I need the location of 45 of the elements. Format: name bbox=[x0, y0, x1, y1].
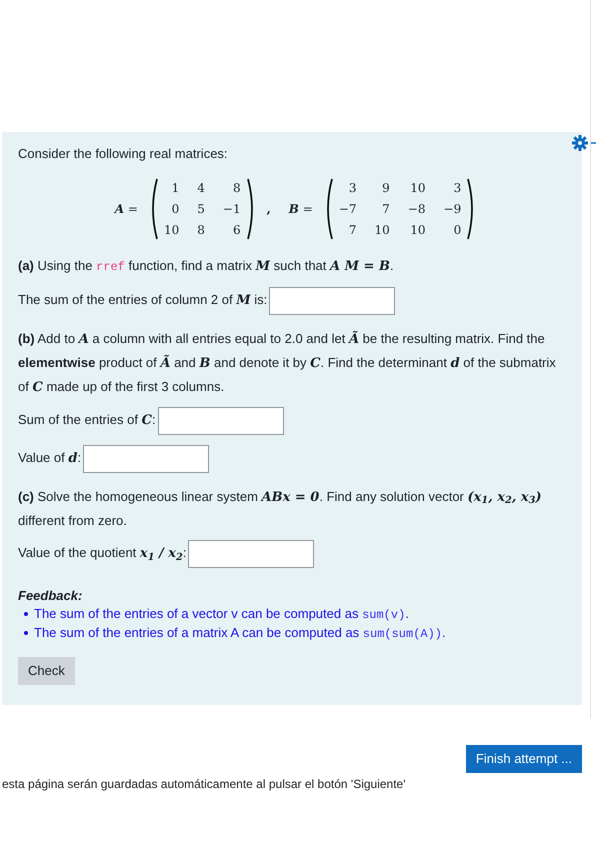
answer-field[interactable] bbox=[158, 406, 284, 434]
matrix-entry: 3 bbox=[452, 180, 462, 196]
matrix-label: B = bbox=[288, 200, 313, 218]
matrix-entry: 7 bbox=[381, 200, 390, 218]
feedback-hint: The sum of the entries of a matrix A can be computed as sum(sum(A)). bbox=[34, 624, 446, 643]
answer-field[interactable] bbox=[83, 444, 210, 472]
matrix-entry: 6 bbox=[232, 222, 241, 238]
finish-attempt-button[interactable]: Finish attempt ... bbox=[466, 745, 582, 773]
matrix-entry: 1 bbox=[170, 180, 180, 196]
matrix-entry: −7 bbox=[338, 200, 357, 218]
matrix-entry: −1 bbox=[222, 200, 241, 218]
matrix-entry: 7 bbox=[348, 222, 357, 238]
footer-note: esta página serán guardadas automáticamente al pulsar el botón 'Siguiente' bbox=[2, 776, 407, 793]
intro-text: Consider the following real matrices: bbox=[18, 145, 229, 163]
matrix-entry: 10 bbox=[409, 222, 426, 238]
matrix-entry: 5 bbox=[197, 200, 205, 218]
matrix-entry: 10 bbox=[409, 180, 426, 196]
answer-field[interactable] bbox=[269, 286, 396, 314]
gear-icon[interactable] bbox=[572, 135, 598, 151]
bullet-icon bbox=[24, 631, 28, 635]
matrix-entry: 10 bbox=[164, 222, 180, 238]
matrix-entry: 0 bbox=[170, 200, 180, 218]
answer-label: Value of the quotient x$_{1}$ / x$_{2}$: bbox=[18, 544, 186, 564]
matrix-entry: 8 bbox=[197, 222, 205, 238]
answer-label: Sum of the entries of C: bbox=[18, 411, 156, 430]
matrix-entry: 8 bbox=[232, 180, 241, 196]
check-button[interactable]: Check bbox=[18, 657, 75, 685]
question-text: (b) Add to A a column with all entries equal to 2.0 and let Ã be the resulting matrix. Find the elementwise product of Ã and B and denote it by C. Find the determinant d of the submatrix of C made up of the first 3 columns. bbox=[18, 330, 557, 396]
question-text: (a) Using the rref function, find a matrix M such that A M = B. bbox=[18, 256, 395, 276]
matrix-entry: 0 bbox=[452, 222, 462, 238]
separator-comma: , bbox=[266, 200, 271, 218]
feedback-title: Feedback: bbox=[18, 586, 84, 604]
matrix-entry: 9 bbox=[381, 180, 390, 196]
matrix-entry: 3 bbox=[348, 180, 357, 196]
answer-label: The sum of the entries of column 2 of M is: bbox=[18, 291, 268, 310]
feedback-hint: The sum of the entries of a vector v can be computed as sum(v). bbox=[34, 605, 409, 624]
matrix-entry: −8 bbox=[408, 200, 426, 218]
question-text: (c) Solve the homogeneous linear system ABx = 0. Find any solution vector (x$_{1}$, x$_{2}$, x$_{3}$) different from zero. bbox=[18, 488, 543, 530]
matrix-label: A = bbox=[114, 200, 138, 218]
answer-field[interactable] bbox=[188, 540, 314, 568]
bullet-icon bbox=[24, 612, 28, 616]
matrix-entry: 4 bbox=[197, 180, 205, 196]
matrix-entry: 10 bbox=[374, 222, 390, 238]
answer-label: Value of d: bbox=[18, 449, 82, 468]
matrix-entry: −9 bbox=[444, 200, 462, 218]
